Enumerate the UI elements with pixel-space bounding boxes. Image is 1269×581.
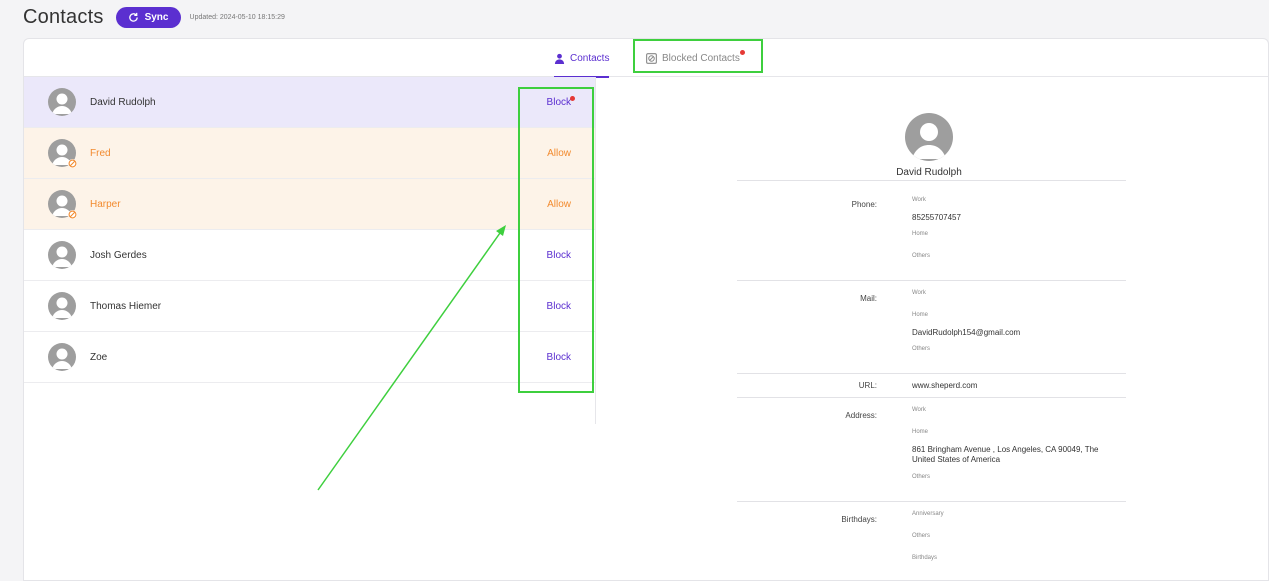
person-icon (554, 53, 565, 64)
contact-row-thomas-hiemer[interactable]: Thomas Hiemer Block (24, 281, 595, 332)
address-home-value: 861 Bringham Avenue , Los Angeles, CA 90… (912, 445, 1099, 464)
address-others-label: Others (912, 474, 931, 480)
blocked-badge-icon (68, 210, 77, 219)
contact-row-josh-gerdes[interactable]: Josh Gerdes Block (24, 230, 595, 281)
avatar (48, 241, 76, 269)
divider (737, 373, 1126, 374)
contact-name: Josh Gerdes (90, 249, 147, 261)
mail-label: Mail: (860, 294, 877, 303)
sync-label: Sync (144, 11, 169, 23)
contact-row-harper[interactable]: Harper Allow (24, 179, 595, 230)
birthdays-others-label: Others (912, 533, 931, 539)
allow-button[interactable]: Allow (547, 199, 571, 210)
blocked-icon (646, 52, 657, 64)
contact-name: David Rudolph (90, 96, 156, 108)
divider (737, 397, 1126, 398)
mail-work-label: Work (912, 290, 926, 296)
contact-row-david-rudolph[interactable]: David Rudolph Block (24, 77, 595, 128)
user-avatar-icon (52, 348, 72, 369)
tab-bar: Contacts Blocked Contacts (24, 39, 1268, 78)
user-avatar-icon (912, 123, 946, 159)
blocked-badge-icon (68, 159, 77, 168)
phone-work-value[interactable]: 85255707457 (912, 213, 1122, 223)
block-button[interactable]: Block (547, 352, 571, 363)
address-work-label: Work (912, 407, 926, 413)
mail-home-value[interactable]: DavidRudolph154@gmail.com (912, 328, 1122, 338)
tab-blocked-contacts[interactable]: Blocked Contacts (646, 39, 745, 77)
divider (737, 501, 1126, 502)
user-avatar-icon (52, 297, 72, 318)
contact-row-zoe[interactable]: Zoe Block (24, 332, 595, 383)
contact-name: Fred (90, 147, 111, 159)
top-bar: Contacts Sync Updated: 2024-05-10 18:15:… (0, 0, 1269, 34)
block-button[interactable]: Block (547, 250, 571, 261)
address-home-label: Home (912, 429, 929, 435)
phone-work-label: Work (912, 197, 926, 203)
updated-timestamp: Updated: 2024-05-10 18:15:29 (189, 13, 285, 21)
contacts-card: Contacts Blocked Contacts David Rudolph … (23, 38, 1269, 581)
allow-button[interactable]: Allow (547, 148, 571, 159)
tab-contacts[interactable]: Contacts (554, 39, 610, 78)
avatar (48, 343, 76, 371)
phone-others-label: Others (912, 253, 931, 259)
mail-home-label: Home (912, 312, 929, 318)
tab-blocked-label: Blocked Contacts (662, 52, 740, 64)
anniversary-label: Anniversary (912, 511, 944, 517)
detail-avatar (905, 113, 953, 161)
notification-dot (740, 50, 745, 55)
avatar (48, 88, 76, 116)
divider (737, 180, 1126, 181)
divider (737, 280, 1126, 281)
contact-row-fred[interactable]: Fred Allow (24, 128, 595, 179)
mail-others-label: Others (912, 346, 931, 352)
address-label: Address: (845, 411, 877, 420)
url-value[interactable]: www.sheperd.com (912, 381, 1122, 391)
page-title: Contacts (23, 5, 104, 28)
contact-name: Thomas Hiemer (90, 300, 162, 312)
contact-detail-panel: David Rudolph Phone: Work 85255707457 Ho… (596, 77, 1268, 580)
phone-home-label: Home (912, 231, 929, 237)
contact-name: Zoe (90, 351, 108, 363)
notification-dot (570, 96, 575, 101)
url-label: URL: (858, 381, 877, 390)
sync-icon (128, 12, 138, 22)
birthdays-label: Birthdays: (841, 515, 877, 524)
tab-contacts-label: Contacts (570, 52, 610, 64)
birthdays-birthdays-label: Birthdays (912, 555, 938, 561)
user-avatar-icon (52, 93, 72, 114)
detail-contact-name: David Rudolph (896, 167, 962, 178)
phone-label: Phone: (851, 200, 877, 209)
block-button[interactable]: Block (547, 97, 571, 108)
avatar (48, 292, 76, 320)
user-avatar-icon (52, 246, 72, 267)
sync-button[interactable]: Sync (115, 6, 181, 28)
contact-list: David Rudolph Block Fred Allow Harper Al… (24, 77, 595, 383)
block-button[interactable]: Block (547, 301, 571, 312)
contact-name: Harper (90, 198, 121, 210)
